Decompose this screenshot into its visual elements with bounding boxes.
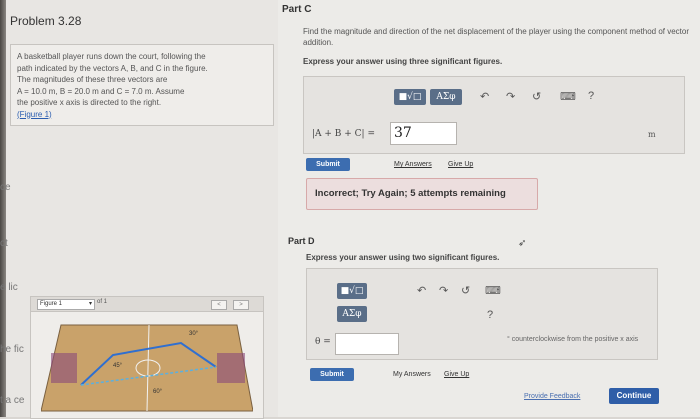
problem-title: Problem 3.28 (10, 14, 82, 28)
basketball-court-figure: 30° 45° 60° (41, 324, 253, 412)
edge-text: e lic (0, 282, 18, 293)
feedback-message: Incorrect; Try Again; 5 attempts remaini… (315, 188, 506, 199)
left-key (51, 353, 77, 383)
answer-panel: Part C Find the magnitude and direction … (278, 0, 700, 417)
part-c-submit-button[interactable]: Submit (306, 158, 350, 171)
direction-answer-input[interactable] (335, 333, 399, 355)
figure-header: Figure 1 ▾ of 1 < > (31, 297, 263, 312)
part-c-answer-box: ■√□ AΣφ ↶ ↷ ↺ ⌨ ? |A + B + C| = 37 m (303, 76, 685, 154)
redo-icon[interactable]: ↷ (439, 284, 448, 297)
undo-icon[interactable]: ↶ (417, 284, 426, 297)
part-d-my-answers-link[interactable]: My Answers (393, 371, 431, 378)
problem-line: A basketball player runs down the court,… (17, 52, 206, 61)
angle-label: 30° (189, 331, 199, 337)
problem-line: A = 10.0 m, B = 20.0 m and C = 7.0 m. As… (17, 86, 185, 96)
feedback-message-box: Incorrect; Try Again; 5 attempts remaini… (306, 178, 538, 210)
part-d-give-up-link[interactable]: Give Up (444, 371, 469, 378)
problem-line: path indicated by the vectors A, B, and … (17, 63, 208, 73)
part-c-title: Part C (282, 4, 312, 15)
continue-button[interactable]: Continue (609, 388, 659, 404)
edge-text: ct (0, 238, 8, 249)
keyboard-icon[interactable]: ⌨ (485, 284, 501, 297)
figure-select-label: Figure 1 (40, 301, 63, 307)
magnitude-answer-input[interactable]: 37 (390, 122, 457, 145)
figure-link[interactable]: (Figure 1) (17, 109, 267, 121)
figure-count: of 1 (97, 299, 108, 305)
part-d-submit-button[interactable]: Submit (310, 368, 354, 381)
problem-line: the positive x axis is directed to the r… (17, 98, 162, 107)
theta-label: θ = (315, 337, 331, 347)
magnitude-expression-label: |A + B + C| = (312, 129, 375, 139)
sqrt-template-button[interactable]: ■√□ (394, 89, 426, 105)
redo-icon[interactable]: ↷ (506, 90, 515, 103)
provide-feedback-link[interactable]: Provide Feedback (524, 393, 580, 400)
greek-symbols-button[interactable]: AΣφ (337, 306, 367, 322)
problem-statement: A basketball player runs down the court,… (17, 51, 267, 120)
figure-select[interactable]: Figure 1 ▾ (37, 299, 95, 310)
chevron-down-icon: ▾ (88, 301, 92, 307)
figure-prev-button[interactable]: < (211, 300, 227, 310)
help-icon[interactable]: ? (487, 309, 493, 321)
reset-icon[interactable]: ↺ (461, 284, 470, 297)
edge-text: t a ce (0, 395, 25, 406)
help-icon[interactable]: ? (588, 90, 594, 102)
direction-unit-note: ° counterclockwise from the positive x a… (507, 336, 639, 343)
part-c-instruction: Express your answer using three signific… (303, 57, 503, 66)
part-d-answer-box: ■√□ AΣφ ↶ ↷ ↺ ⌨ ? θ = (306, 268, 658, 360)
keyboard-icon[interactable]: ⌨ (560, 90, 576, 103)
edge-text: he fic (0, 344, 24, 355)
greek-symbols-button[interactable]: AΣφ (430, 89, 462, 105)
sqrt-template-button[interactable]: ■√□ (337, 283, 367, 299)
angle-label: 45° (113, 363, 123, 369)
part-c-give-up-link[interactable]: Give Up (448, 161, 473, 168)
angle-label: 60° (153, 389, 163, 395)
right-key (217, 353, 245, 383)
figure-next-button[interactable]: > (233, 300, 249, 310)
part-d-title: Part D (288, 236, 315, 246)
problem-line: The magnitudes of these three vectors ar… (17, 75, 168, 84)
reset-icon[interactable]: ↺ (532, 90, 541, 103)
part-c-description: Find the magnitude and direction of the … (303, 27, 690, 47)
undo-icon[interactable]: ↶ (480, 90, 489, 103)
problem-statement-box: A basketball player runs down the court,… (10, 44, 274, 126)
unit-label: m (648, 130, 656, 139)
part-c-my-answers-link[interactable]: My Answers (394, 161, 432, 168)
problem-panel: Problem 3.28 A basketball player runs do… (6, 0, 279, 419)
figure-panel: Figure 1 ▾ of 1 < > 30° 45° 60° (30, 296, 264, 419)
edge-text: ce (0, 182, 11, 193)
mouse-cursor-icon: ➶ (518, 238, 527, 249)
part-d-instruction: Express your answer using two significan… (306, 253, 500, 262)
